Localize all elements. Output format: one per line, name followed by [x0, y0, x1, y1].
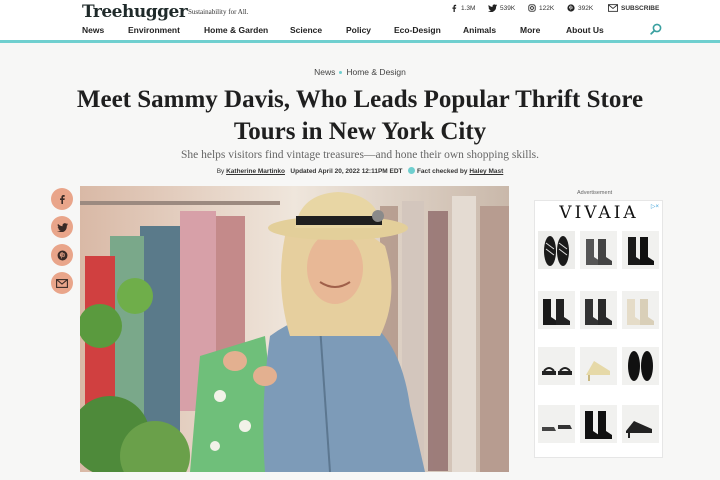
ad-product-tile[interactable]	[538, 291, 575, 329]
nav-item-home-garden[interactable]: Home & Garden	[204, 25, 268, 35]
ad-brand-name: VIVAIA	[559, 203, 639, 223]
instagram-count: 122K	[539, 4, 555, 12]
nav-item-environment[interactable]: Environment	[128, 25, 180, 35]
fact-checker-link[interactable]: Haley Mast	[469, 168, 503, 175]
breadcrumb: News Home & Design	[0, 67, 720, 77]
byline-prefix: By	[216, 168, 225, 175]
nav-item-policy[interactable]: Policy	[346, 25, 371, 35]
ad-product-tile[interactable]	[622, 405, 659, 443]
headline-line-1: Meet Sammy Davis, Who Leads Popular Thri…	[76, 86, 644, 113]
facebook-follow[interactable]: 1.3M	[450, 4, 475, 12]
article-byline: By Katherine Martinko Updated April 20, …	[0, 167, 720, 175]
pinterest-follow[interactable]: 392K	[567, 4, 593, 12]
ad-product-tile[interactable]	[538, 405, 575, 443]
nav-item-more[interactable]: More	[520, 25, 540, 35]
nav-item-about-us[interactable]: About Us	[566, 25, 604, 35]
article-hero-image	[80, 186, 509, 472]
headline-line-2: Tours in New York City	[233, 118, 487, 145]
twitter-count: 539K	[500, 4, 516, 12]
facebook-icon	[452, 4, 457, 12]
breadcrumb-news[interactable]: News	[314, 67, 335, 77]
ad-product-tile[interactable]	[538, 347, 575, 385]
ad-product-tile[interactable]	[580, 231, 617, 269]
article-subhead: She helps visitors find vintage treasure…	[180, 149, 540, 161]
ad-product-tile[interactable]	[580, 347, 617, 385]
subscribe-label: SUBSCRIBE	[621, 4, 660, 12]
fact-checked-prefix: Fact checked by	[416, 168, 468, 175]
pinterest-share-icon	[57, 250, 67, 260]
flat-shoe-icon	[628, 351, 653, 381]
updated-date: Updated April 20, 2022 12:11PM EDT	[290, 168, 403, 175]
boot-icon	[627, 299, 654, 325]
envelope-icon	[608, 4, 618, 12]
boot-icon	[585, 411, 612, 439]
nav-item-animals[interactable]: Animals	[463, 25, 496, 35]
boot-icon	[628, 237, 654, 265]
instagram-follow[interactable]: 122K	[528, 4, 554, 12]
thrift-store-photo	[80, 186, 509, 472]
subscribe-link[interactable]: SUBSCRIBE	[608, 4, 659, 12]
twitter-follow[interactable]: 539K	[488, 4, 515, 12]
heel-icon	[626, 421, 652, 438]
ad-product-tile[interactable]	[622, 291, 659, 329]
fact-check-icon	[407, 167, 415, 174]
ad-choices-icon[interactable]: ▷×	[651, 203, 659, 210]
boot-icon	[543, 299, 570, 325]
boot-icon	[585, 299, 612, 325]
facebook-share-icon	[60, 195, 65, 204]
nav-item-eco-design[interactable]: Eco-Design	[394, 25, 441, 35]
ad-product-tile[interactable]	[580, 291, 617, 329]
email-share-icon	[56, 278, 68, 288]
search-icon[interactable]	[650, 23, 662, 35]
shoe-icon	[542, 425, 572, 431]
ad-product-tile[interactable]	[622, 347, 659, 385]
pinterest-icon	[567, 4, 575, 12]
twitter-share-icon	[56, 222, 68, 232]
ad-product-tile[interactable]	[622, 231, 659, 269]
facebook-count: 1.3M	[461, 4, 476, 12]
site-tagline: Sustainability for All.	[188, 8, 249, 16]
site-logo[interactable]: Treehugger	[82, 2, 188, 22]
sandal-icon	[542, 367, 572, 375]
email-share-button[interactable]	[51, 272, 73, 294]
shoe-icon	[544, 236, 569, 266]
article-headline: Meet Sammy Davis, Who Leads Popular Thri…	[60, 84, 660, 148]
author-link[interactable]: Katherine Martinko	[226, 168, 285, 175]
instagram-icon	[528, 4, 536, 12]
main-nav: News Environment Home & Garden Science P…	[0, 22, 720, 40]
facebook-share-button[interactable]	[51, 188, 73, 210]
boot-icon	[586, 239, 612, 265]
heel-icon	[586, 361, 610, 381]
ad-product-tile[interactable]	[538, 231, 575, 269]
pinterest-share-button[interactable]	[51, 244, 73, 266]
nav-item-science[interactable]: Science	[290, 25, 322, 35]
twitter-icon	[488, 4, 497, 12]
advertisement-label: Advertisement	[577, 190, 613, 196]
advertisement-box[interactable]: VIVAIA ▷×	[534, 200, 663, 458]
breadcrumb-home-design[interactable]: Home & Design	[346, 67, 406, 77]
ad-product-tile[interactable]	[580, 405, 617, 443]
pinterest-count: 392K	[578, 4, 594, 12]
nav-item-news[interactable]: News	[82, 25, 104, 35]
breadcrumb-separator	[339, 71, 343, 75]
twitter-share-button[interactable]	[51, 216, 73, 238]
